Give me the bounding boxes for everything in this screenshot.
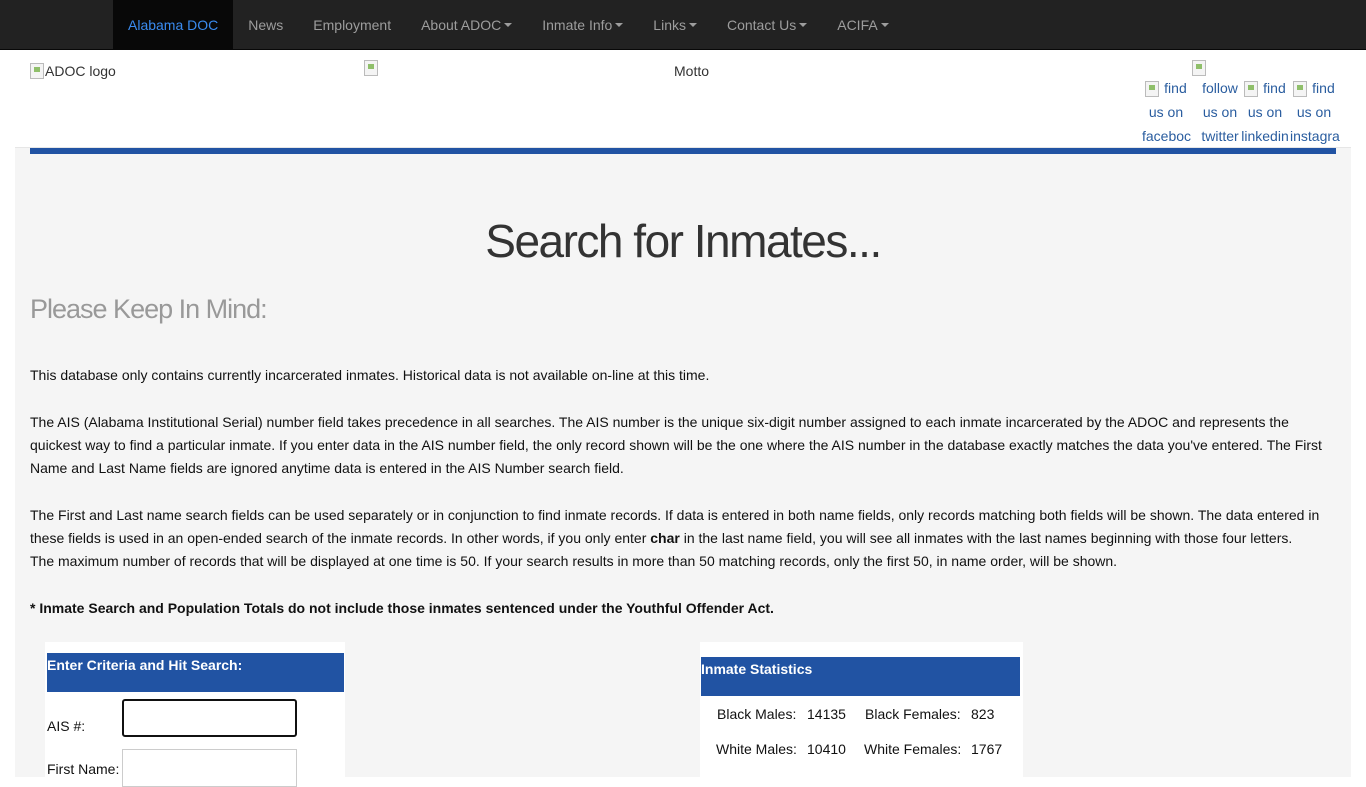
info-paragraph-max-records: The maximum number of records that will …: [30, 553, 1118, 569]
facebook-icon: [1145, 81, 1160, 98]
header-banner-image: [364, 60, 379, 81]
white-females-value: 1767: [971, 741, 1003, 757]
nav-item-label: Alabama DOC: [128, 17, 219, 33]
caret-down-icon: [799, 23, 808, 27]
linkedin-link[interactable]: find us on linkedin: [1241, 76, 1289, 148]
nav-item-label: Links: [653, 17, 686, 33]
first-name-label: First Name:: [47, 761, 120, 777]
ais-label: AIS #:: [47, 718, 86, 734]
para-bold-text: char: [650, 530, 680, 546]
white-males-value: 10410: [807, 741, 846, 757]
nav-item-label: ACIFA: [837, 17, 878, 33]
nav-item-about-adoc[interactable]: About ADOC: [406, 0, 527, 50]
broken-image-icon: [364, 60, 378, 76]
nav-item-employment[interactable]: Employment: [298, 0, 406, 50]
twitter-link[interactable]: follow us on twitter: [1196, 76, 1244, 148]
nav-item-links[interactable]: Links: [638, 0, 712, 50]
black-males-label: Black Males:: [717, 706, 797, 722]
youthful-offender-note: * Inmate Search and Population Totals do…: [30, 600, 774, 616]
info-paragraph-names: The First and Last name search fields ca…: [30, 504, 1336, 550]
motto-alt-text: Motto: [674, 63, 710, 79]
white-males-label: White Males:: [716, 741, 797, 757]
inmate-statistics-panel: Inmate Statistics Black Males: 14135 Bla…: [700, 642, 1023, 782]
para-text: in the last name field, you will see all…: [679, 530, 1293, 546]
nav-item-contact-us[interactable]: Contact Us: [712, 0, 822, 50]
top-navbar: Alabama DOC News Employment About ADOC I…: [0, 0, 1366, 50]
nav-item-alabama-doc[interactable]: Alabama DOC: [113, 0, 234, 50]
black-females-value: 823: [971, 706, 995, 722]
black-females-label: Black Females:: [865, 706, 961, 722]
nav-item-inmate-info[interactable]: Inmate Info: [527, 0, 638, 50]
nav-item-acifa[interactable]: ACIFA: [822, 0, 903, 50]
section-subtitle: Please Keep In Mind:: [30, 294, 268, 324]
statistics-heading: Inmate Statistics: [701, 657, 1020, 696]
nav-item-news[interactable]: News: [233, 0, 298, 50]
nav-menu: Alabama DOC News Employment About ADOC I…: [113, 0, 904, 50]
page-title: Search for Inmates...: [485, 215, 882, 267]
nav-item-label: Contact Us: [726, 17, 797, 33]
nav-item-label: About ADOC: [421, 17, 502, 33]
info-paragraph-ais: The AIS (Alabama Institutional Serial) n…: [30, 414, 1322, 476]
main-container: Search for Inmates... Please Keep In Min…: [15, 147, 1351, 787]
search-panel: Enter Criteria and Hit Search: AIS #: Fi…: [45, 642, 345, 787]
caret-down-icon: [615, 23, 624, 27]
nav-item-label: News: [248, 17, 284, 33]
info-paragraph-historical: This database only contains currently in…: [30, 367, 710, 383]
broken-image-icon: [30, 63, 44, 79]
caret-down-icon: [504, 23, 513, 27]
caret-down-icon: [880, 23, 889, 27]
instagram-link[interactable]: find us on instagra: [1290, 76, 1340, 148]
adoc-logo[interactable]: ADOC logo: [30, 63, 116, 79]
logo-alt-text: ADOC logo: [45, 63, 116, 79]
ais-input[interactable]: [122, 699, 297, 737]
nav-item-label: Employment: [313, 17, 392, 33]
motto-image: Motto: [674, 63, 709, 79]
instagram-icon: [1293, 81, 1308, 98]
caret-down-icon: [688, 23, 697, 27]
site-header: ADOC logo Motto find us on faceboc follo…: [0, 51, 1366, 147]
twitter-alt-text: follow us on twitter: [1201, 80, 1239, 144]
black-males-value: 14135: [807, 706, 846, 722]
header-divider-bar: [30, 148, 1336, 154]
first-name-input[interactable]: [122, 749, 297, 787]
search-panel-heading: Enter Criteria and Hit Search:: [47, 653, 344, 692]
facebook-link[interactable]: find us on faceboc: [1142, 76, 1191, 148]
nav-item-label: Inmate Info: [542, 17, 613, 33]
white-females-label: White Females:: [864, 741, 962, 757]
linkedin-icon: [1244, 81, 1259, 98]
broken-image-icon: [1192, 60, 1206, 76]
